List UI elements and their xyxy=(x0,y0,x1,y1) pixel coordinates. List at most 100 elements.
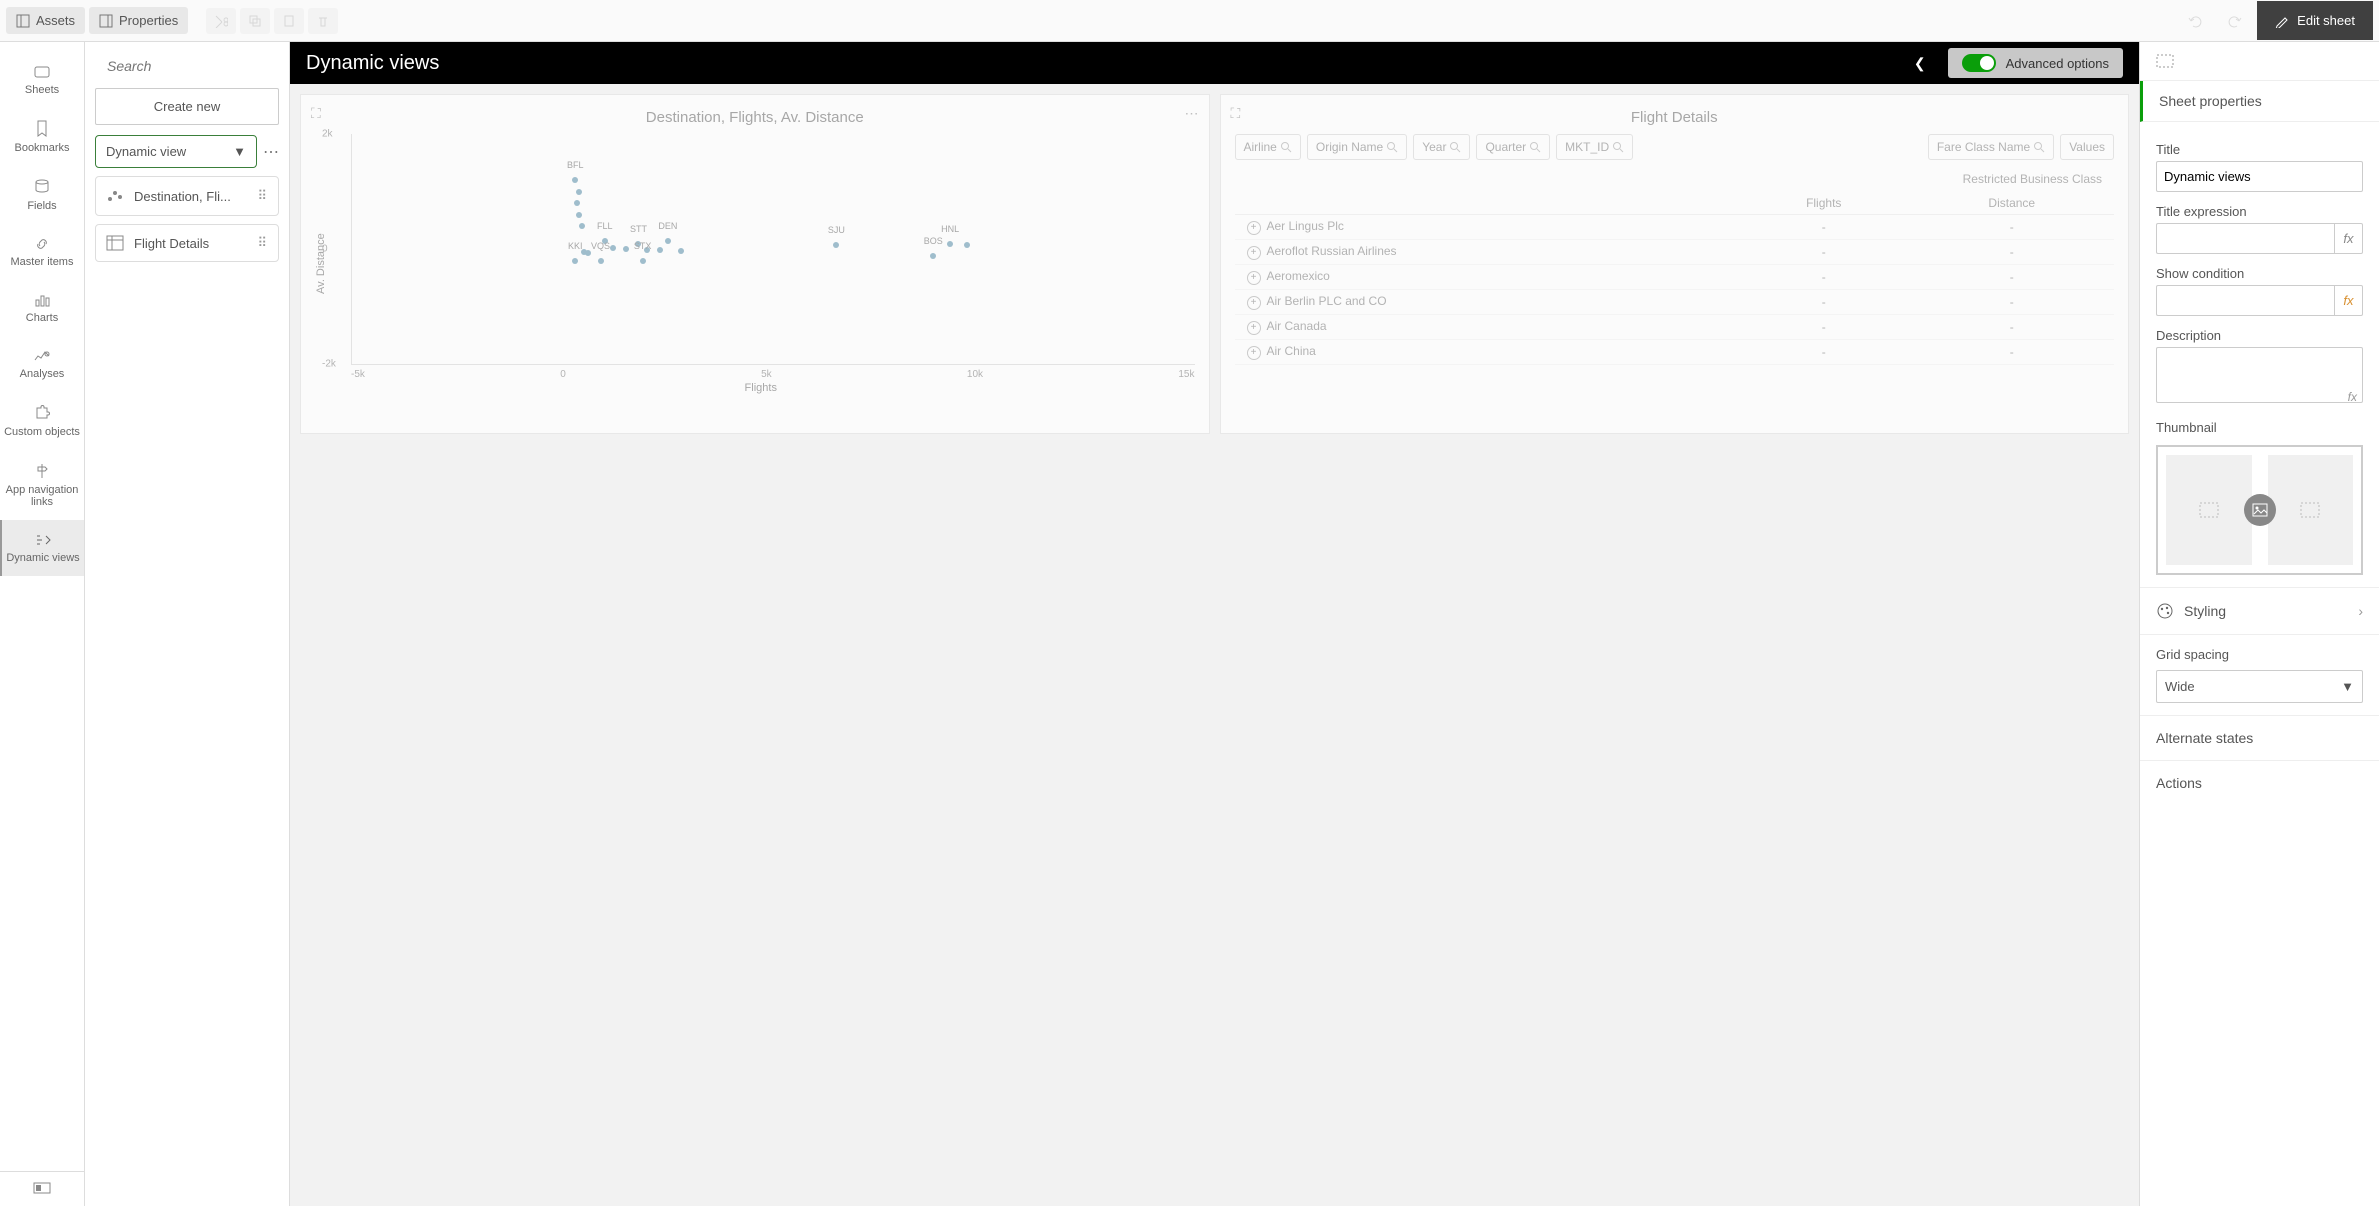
nav-rail-bottom xyxy=(0,1171,84,1206)
database-icon xyxy=(34,178,50,196)
copy-button[interactable] xyxy=(240,8,270,34)
description-input[interactable] xyxy=(2156,347,2363,403)
advanced-options-toggle[interactable]: Advanced options xyxy=(1948,48,2123,78)
assets-panel: Create new Dynamic view ▼ ⋯ Destination,… xyxy=(85,42,290,1206)
filter-chip[interactable]: Quarter xyxy=(1476,134,1550,160)
thumbnail-preview xyxy=(2156,445,2363,575)
create-new-button[interactable]: Create new xyxy=(95,88,279,125)
image-icon xyxy=(2252,503,2268,517)
chart-more-button[interactable]: ⋯ xyxy=(1185,105,1199,122)
scatter-title: Destination, Flights, Av. Distance xyxy=(315,109,1195,126)
delete-button[interactable] xyxy=(308,8,338,34)
title-input[interactable] xyxy=(2156,161,2363,192)
nav-app-links[interactable]: App navigation links xyxy=(0,450,84,520)
sheet-canvas: Dynamic views ❮ Advanced options ⛶ ⋯ Des… xyxy=(290,42,2139,1206)
placeholder-icon xyxy=(2300,502,2320,518)
sheet-outline-icon xyxy=(2156,54,2174,68)
nav-master-items[interactable]: Master items xyxy=(0,224,84,280)
title-expr-input[interactable] xyxy=(2156,223,2334,254)
x-axis-label: Flights xyxy=(327,382,1195,394)
nav-fields[interactable]: Fields xyxy=(0,166,84,224)
thumbnail-label: Thumbnail xyxy=(2156,420,2363,435)
table-row[interactable]: +Aeromexico-- xyxy=(1235,265,2115,290)
edit-sheet-button[interactable]: Edit sheet xyxy=(2257,1,2373,40)
fx-icon[interactable]: fx xyxy=(2348,390,2357,404)
x-axis-ticks: -5k05k10k15k xyxy=(351,369,1195,380)
table-row[interactable]: +Aer Lingus Plc-- xyxy=(1235,215,2115,240)
trash-icon xyxy=(316,14,330,28)
redo-icon xyxy=(2227,13,2243,29)
table-row[interactable]: +Air Canada-- xyxy=(1235,315,2115,340)
filter-chip[interactable]: MKT_ID xyxy=(1556,134,1633,160)
nav-dynamic-views[interactable]: Dynamic views xyxy=(0,520,84,576)
props-top-icon xyxy=(2140,42,2379,81)
dynamic-views-icon xyxy=(34,532,52,548)
y-axis-label: Av. Distance xyxy=(315,134,327,394)
link-icon xyxy=(34,236,50,252)
signpost-icon xyxy=(33,462,51,480)
styling-accordion[interactable]: Styling › xyxy=(2140,587,2379,634)
sheet-title: Dynamic views xyxy=(306,52,1892,75)
undo-button[interactable] xyxy=(2177,7,2213,35)
expand-icon[interactable]: ⛶ xyxy=(1231,105,1241,122)
nav-rail: Sheets Bookmarks Fields Master items Cha… xyxy=(0,42,85,1206)
palette-icon xyxy=(2156,602,2174,620)
pencil-icon xyxy=(2275,14,2289,28)
grid-spacing-select[interactable]: Wide ▼ xyxy=(2156,670,2363,703)
fx-button[interactable]: fx xyxy=(2334,223,2363,254)
drag-handle-icon[interactable]: ⠿ xyxy=(257,235,268,251)
panel-icon xyxy=(16,14,30,28)
scatter-chart-icon xyxy=(106,187,124,205)
table-extra-header: Restricted Business Class xyxy=(1235,166,2115,192)
sheet-properties-header: Sheet properties xyxy=(2140,81,2379,122)
puzzle-icon xyxy=(33,404,51,422)
alternate-states-accordion[interactable]: Alternate states xyxy=(2140,715,2379,760)
redo-button[interactable] xyxy=(2217,7,2253,35)
table-row[interactable]: +Air Berlin PLC and CO-- xyxy=(1235,290,2115,315)
actions-accordion[interactable]: Actions xyxy=(2140,760,2379,805)
nav-bookmarks[interactable]: Bookmarks xyxy=(0,108,84,166)
title-expr-label: Title expression xyxy=(2156,204,2363,219)
filter-chip[interactable]: Values xyxy=(2060,134,2114,160)
toggle-switch[interactable] xyxy=(1962,54,1996,72)
table-icon xyxy=(106,235,124,251)
paste-button[interactable] xyxy=(274,8,304,34)
filter-chip[interactable]: Airline xyxy=(1235,134,1301,160)
nav-sheets[interactable]: Sheets xyxy=(0,52,84,108)
table-chart-card[interactable]: ⛶ Flight Details Airline Origin Name Yea… xyxy=(1220,94,2130,434)
back-button[interactable]: ❮ xyxy=(1904,55,1936,72)
filter-chip[interactable]: Origin Name xyxy=(1307,134,1407,160)
show-cond-label: Show condition xyxy=(2156,266,2363,281)
undo-icon xyxy=(2187,13,2203,29)
scissors-icon xyxy=(214,14,228,28)
bookmark-icon xyxy=(35,120,49,138)
sheets-icon xyxy=(33,64,51,80)
filter-chip[interactable]: Year xyxy=(1413,134,1470,160)
top-toolbar: Assets Properties Edit sheet xyxy=(0,0,2379,42)
copy-icon xyxy=(248,14,262,28)
search-input[interactable] xyxy=(107,58,289,74)
more-options-button[interactable]: ⋯ xyxy=(263,142,279,162)
chart-item-scatter[interactable]: Destination, Fli... ⠿ xyxy=(95,176,279,216)
properties-tab[interactable]: Properties xyxy=(89,7,188,34)
scatter-chart-card[interactable]: ⛶ ⋯ Destination, Flights, Av. Distance A… xyxy=(300,94,1210,434)
dynamic-view-select[interactable]: Dynamic view ▼ xyxy=(95,135,257,168)
fx-button[interactable]: fx xyxy=(2334,285,2363,316)
thumbnail-image-button[interactable] xyxy=(2244,494,2276,526)
cut-button[interactable] xyxy=(206,8,236,34)
table-row[interactable]: +Air China-- xyxy=(1235,340,2115,365)
description-label: Description xyxy=(2156,328,2363,343)
nav-analyses[interactable]: Analyses xyxy=(0,336,84,392)
nav-charts[interactable]: Charts xyxy=(0,280,84,336)
bar-chart-icon xyxy=(34,292,50,308)
filter-chip[interactable]: Fare Class Name xyxy=(1928,134,2054,160)
show-cond-input[interactable] xyxy=(2156,285,2334,316)
properties-panel: Sheet properties Title Title expression … xyxy=(2139,42,2379,1206)
title-label: Title xyxy=(2156,142,2363,157)
chart-item-table[interactable]: Flight Details ⠿ xyxy=(95,224,279,262)
drag-handle-icon[interactable]: ⠿ xyxy=(257,188,268,204)
table-row[interactable]: +Aeroflot Russian Airlines-- xyxy=(1235,240,2115,265)
nav-custom-objects[interactable]: Custom objects xyxy=(0,392,84,450)
expand-icon[interactable]: ⛶ xyxy=(311,105,321,122)
assets-tab[interactable]: Assets xyxy=(6,7,85,34)
